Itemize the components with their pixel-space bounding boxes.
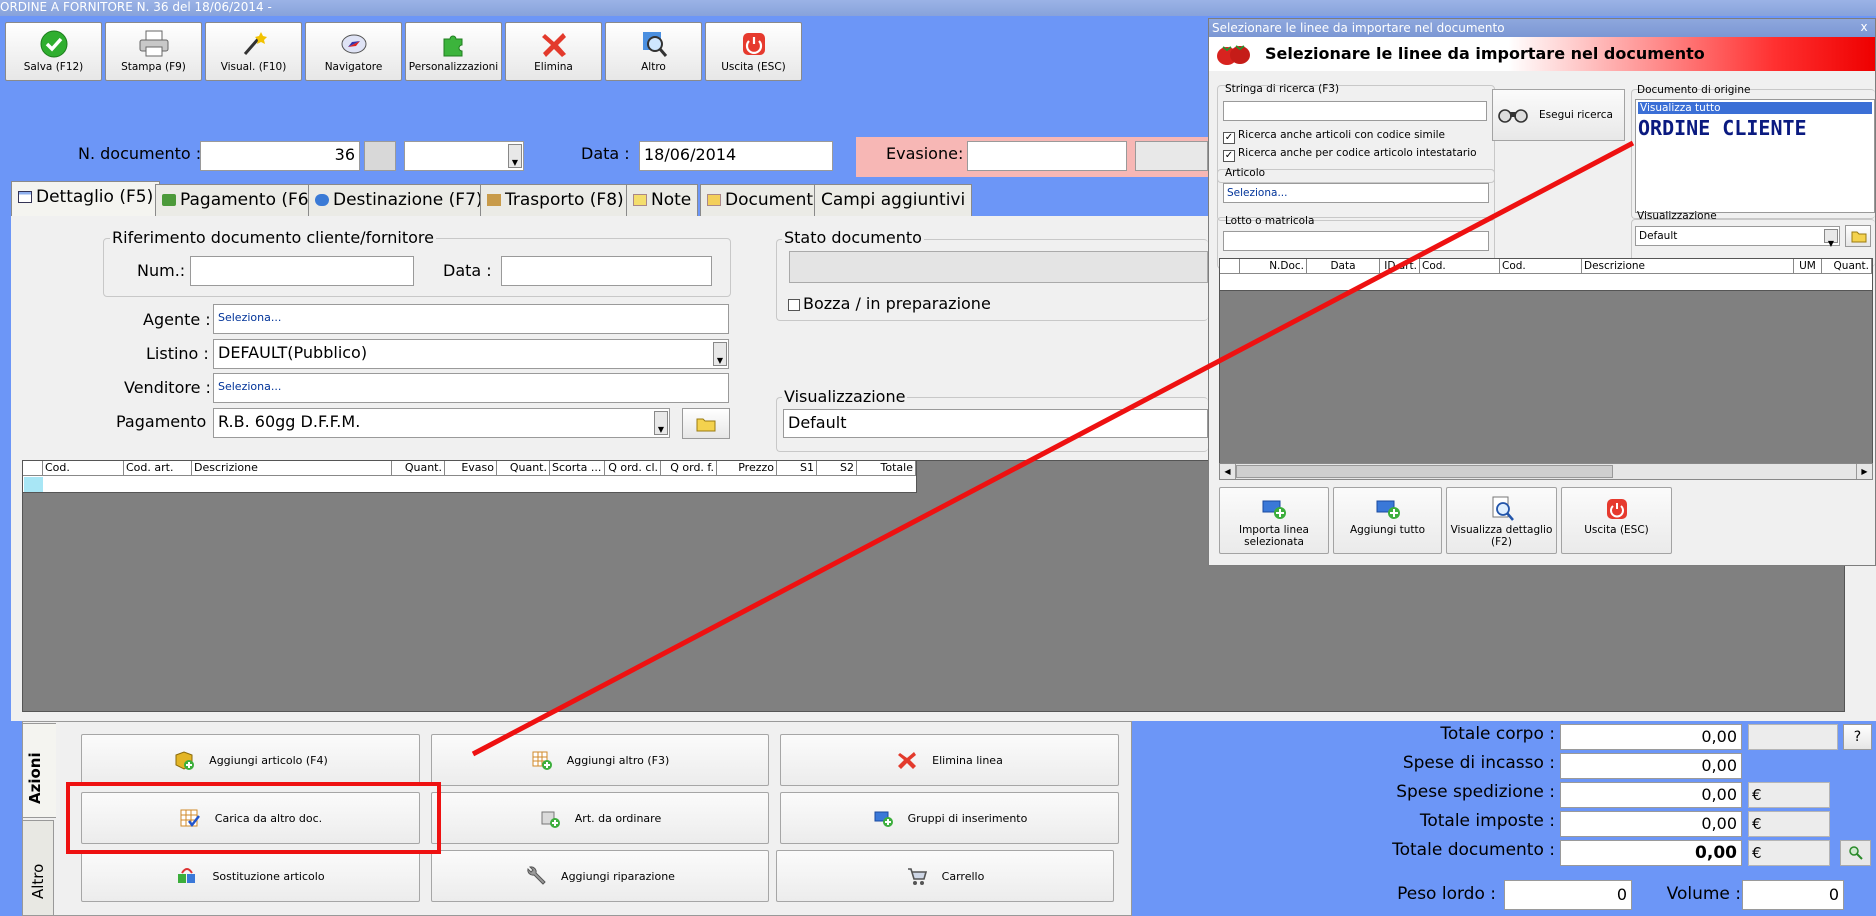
annotation-arrow	[471, 140, 1635, 757]
annotation-line	[471, 140, 1635, 757]
